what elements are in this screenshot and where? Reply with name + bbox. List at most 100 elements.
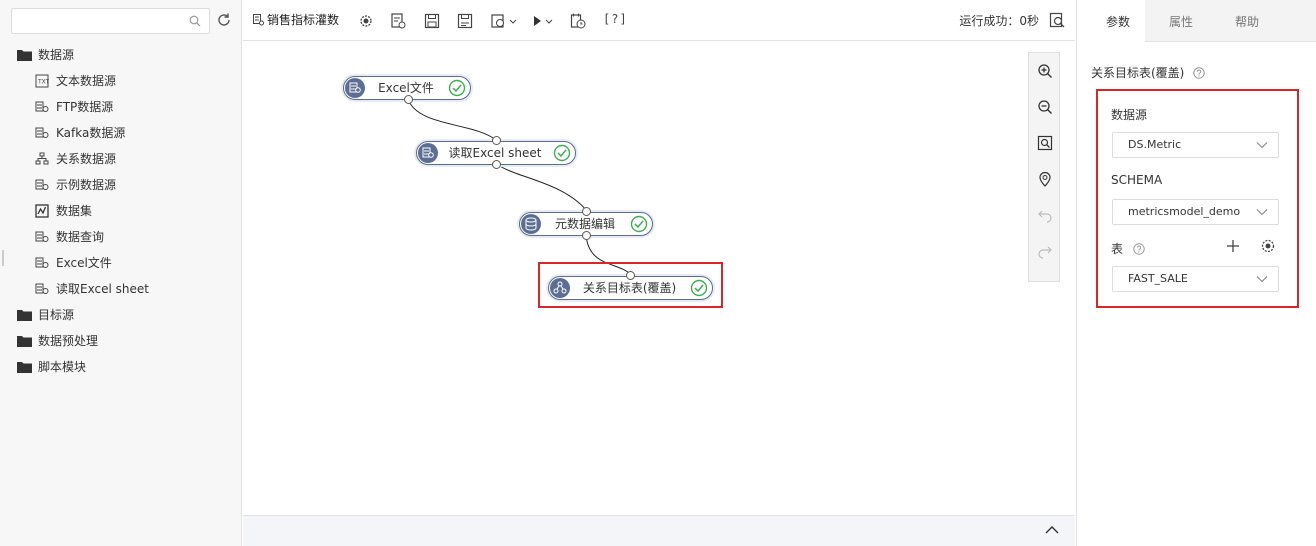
etl-flow-editor: 数据源 TXT 文本数据源 FTP数据源 Kafka数据源 关系数据源 示例数据… bbox=[0, 0, 1316, 546]
search-log-icon[interactable] bbox=[1049, 12, 1065, 28]
datasource-icon bbox=[35, 101, 49, 112]
schema-select-value: metricsmodel_demo bbox=[1128, 205, 1241, 218]
save-as-icon[interactable] bbox=[456, 12, 474, 30]
chevron-down-icon bbox=[1256, 209, 1268, 216]
node-input-port[interactable] bbox=[492, 136, 501, 145]
schema-select[interactable]: metricsmodel_demo bbox=[1112, 199, 1279, 225]
locate-pin-icon[interactable] bbox=[1037, 171, 1053, 187]
datasource-icon bbox=[35, 257, 49, 268]
tab-help[interactable]: 帮助 bbox=[1215, 0, 1279, 42]
tree-folder-label: 数据源 bbox=[38, 48, 75, 62]
redo-icon[interactable] bbox=[1037, 243, 1053, 259]
tree-folder-preprocess[interactable]: 数据预处理 bbox=[0, 328, 240, 354]
chevron-up-icon[interactable] bbox=[1045, 525, 1059, 535]
search-icon[interactable] bbox=[189, 15, 201, 27]
run-history-icon[interactable] bbox=[569, 12, 587, 30]
tree-item-label: Excel文件 bbox=[56, 256, 112, 270]
chevron-down-icon bbox=[1256, 142, 1268, 149]
success-check-icon bbox=[630, 215, 648, 233]
edge-sheet-to-meta bbox=[496, 163, 587, 211]
resource-tree-panel: 数据源 TXT 文本数据源 FTP数据源 Kafka数据源 关系数据源 示例数据… bbox=[0, 0, 242, 546]
help-button[interactable]: [?] bbox=[603, 12, 628, 26]
properties-panel: 参数 属性 帮助 关系目标表(覆盖) 数据源 DS.Metric SCHEMA … bbox=[1076, 0, 1316, 546]
schedule-dropdown-icon[interactable] bbox=[490, 12, 520, 30]
tree-item-label: FTP数据源 bbox=[56, 100, 114, 114]
flow-canvas[interactable]: Excel文件 读取Excel sheet 元数据编辑 关系目标表(覆盖) bbox=[243, 42, 1075, 515]
add-plus-icon[interactable] bbox=[1225, 238, 1241, 254]
run-dropdown-icon[interactable] bbox=[531, 12, 557, 30]
settings-gear-icon[interactable] bbox=[357, 12, 375, 30]
tree-item-label: Kafka数据源 bbox=[56, 126, 126, 140]
datasource-node-icon bbox=[418, 143, 438, 163]
dataset-chart-icon bbox=[35, 204, 49, 218]
success-check-icon bbox=[690, 279, 708, 297]
tree-item-data-query[interactable]: 数据查询 bbox=[0, 224, 240, 250]
tree-search-input[interactable] bbox=[12, 9, 182, 33]
panel-title: 关系目标表(覆盖) bbox=[1091, 64, 1205, 81]
chevron-down-icon bbox=[1256, 276, 1268, 283]
hierarchy-node-icon bbox=[550, 278, 570, 298]
tree-search-box[interactable] bbox=[11, 8, 210, 34]
tree-item-label: 数据查询 bbox=[56, 230, 105, 244]
flow-title: 销售指标灌数 bbox=[253, 12, 339, 28]
node-label: 关系目标表(覆盖) bbox=[582, 281, 677, 295]
folder-icon bbox=[17, 362, 32, 373]
run-log-icon[interactable] bbox=[389, 12, 407, 30]
datasource-select[interactable]: DS.Metric bbox=[1112, 132, 1279, 158]
tree-folder-label: 数据预处理 bbox=[38, 334, 99, 348]
tree-item-read-excel-sheet[interactable]: 读取Excel sheet bbox=[0, 276, 240, 302]
tree-item-excel-file[interactable]: Excel文件 bbox=[0, 250, 240, 276]
bottom-log-bar bbox=[243, 515, 1075, 546]
datasource-icon bbox=[35, 231, 49, 242]
help-question-icon[interactable] bbox=[1133, 243, 1145, 255]
tree-item-label: 数据集 bbox=[56, 204, 93, 218]
tree-item-dataset[interactable]: 数据集 bbox=[0, 198, 240, 224]
node-input-port[interactable] bbox=[626, 271, 635, 280]
help-question-icon[interactable] bbox=[1193, 67, 1205, 79]
tree-item-text-source[interactable]: TXT 文本数据源 bbox=[0, 68, 240, 94]
node-output-port[interactable] bbox=[582, 231, 591, 240]
zoom-in-icon[interactable] bbox=[1037, 63, 1053, 79]
node-input-port[interactable] bbox=[582, 207, 591, 216]
datasource-node-icon bbox=[345, 78, 365, 98]
tree-item-relational-source[interactable]: 关系数据源 bbox=[0, 146, 240, 172]
tree-item-label: 文本数据源 bbox=[56, 74, 117, 88]
table-select-value: FAST_SALE bbox=[1128, 272, 1188, 285]
table-label: 表 bbox=[1111, 240, 1145, 257]
canvas-tools bbox=[1028, 52, 1060, 282]
datasource-label: 数据源 bbox=[1111, 108, 1148, 122]
edge-excel-to-sheet bbox=[407, 98, 497, 141]
table-select[interactable]: FAST_SALE bbox=[1112, 266, 1279, 292]
zoom-out-icon[interactable] bbox=[1037, 99, 1053, 115]
flow-title-text: 销售指标灌数 bbox=[267, 13, 340, 27]
tree-folder-datasource[interactable]: 数据源 bbox=[0, 42, 240, 68]
node-output-port[interactable] bbox=[404, 95, 413, 104]
success-check-icon bbox=[553, 144, 571, 162]
fit-view-icon[interactable] bbox=[1037, 135, 1053, 151]
schema-label: SCHEMA bbox=[1111, 173, 1163, 187]
success-check-icon bbox=[448, 79, 466, 97]
tree-folder-script[interactable]: 脚本模块 bbox=[0, 354, 240, 380]
settings-gear-icon[interactable] bbox=[1260, 238, 1276, 254]
save-icon[interactable] bbox=[423, 12, 441, 30]
tree-item-label: 关系数据源 bbox=[56, 152, 117, 166]
node-output-port[interactable] bbox=[492, 160, 501, 169]
tree-scrollbar[interactable] bbox=[2, 250, 4, 266]
text-datasource-icon: TXT bbox=[35, 74, 49, 88]
database-node-icon bbox=[521, 214, 541, 234]
datasource-icon bbox=[35, 179, 49, 190]
undo-icon[interactable] bbox=[1037, 207, 1053, 223]
properties-tabs: 参数 属性 帮助 bbox=[1077, 0, 1316, 43]
run-status-text: 运行成功：0秒 bbox=[959, 14, 1039, 28]
tree-item-sample-source[interactable]: 示例数据源 bbox=[0, 172, 240, 198]
refresh-icon[interactable] bbox=[216, 12, 232, 28]
tree-item-ftp-source[interactable]: FTP数据源 bbox=[0, 94, 240, 120]
tab-properties[interactable]: 属性 bbox=[1147, 0, 1215, 42]
flow-file-icon bbox=[253, 14, 264, 26]
tree-folder-target[interactable]: 目标源 bbox=[0, 302, 240, 328]
datasource-icon bbox=[35, 127, 49, 138]
folder-icon bbox=[17, 336, 32, 347]
tab-params[interactable]: 参数 bbox=[1077, 0, 1145, 43]
datasource-icon bbox=[35, 283, 49, 294]
tree-item-kafka-source[interactable]: Kafka数据源 bbox=[0, 120, 240, 146]
